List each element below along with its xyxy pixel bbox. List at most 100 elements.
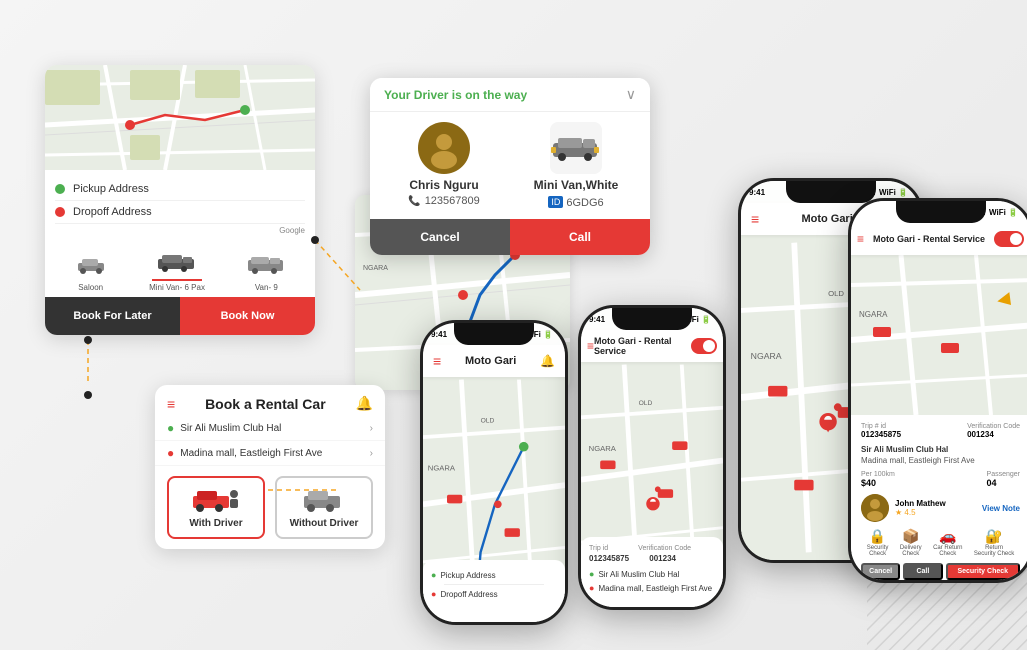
phone3-time: 9:41 — [749, 188, 765, 197]
phone4-trip-id-value: 012345875 — [861, 430, 901, 439]
van9-car-svg — [246, 254, 286, 274]
phone4-trip-id-block: Trip # id 012345875 — [861, 423, 901, 439]
without-driver-option[interactable]: Without Driver — [275, 476, 373, 539]
phone2-pickup-icon: ● — [589, 569, 594, 579]
phone3-title: Moto Gari — [801, 213, 852, 225]
phone1-pickup-row: ● Pickup Address — [431, 568, 557, 582]
rental-toggle[interactable] — [691, 338, 717, 354]
phone4-header: ≡ Moto Gari - Rental Service — [851, 223, 1027, 255]
phone3-hamburger-icon[interactable]: ≡ — [751, 211, 759, 227]
car-column: Mini Van,White ID 6GDG6 — [516, 122, 636, 209]
plate-row: ID 6GDG6 — [548, 194, 603, 209]
book-later-button[interactable]: Book For Later — [45, 297, 180, 335]
phone1-screen: 9:41 ▲▲▲ WiFi 🔋 ≡ Moto Gari 🔔 NGARA — [423, 323, 565, 622]
phone4-stats-row: Per 100km $40 Passenger 04 — [861, 471, 1020, 488]
phone2-trip-id: 012345875 — [589, 554, 629, 563]
phone1-hamburger-icon[interactable]: ≡ — [433, 353, 441, 369]
driver-info: Chris Nguru 📞 123567809 — [370, 112, 650, 219]
cancel-button[interactable]: Cancel — [370, 219, 510, 255]
phone1-divider — [444, 584, 545, 585]
car-option-saloon[interactable]: Saloon — [70, 254, 112, 292]
car-type: Mini Van,White — [534, 178, 619, 192]
svg-text:NGARA: NGARA — [859, 310, 888, 319]
rental-location2[interactable]: ● Madina mall, Eastleigh First Ave › — [155, 441, 385, 466]
toggle-knob — [703, 340, 715, 352]
phone3-notch — [786, 181, 876, 203]
driver-column: Chris Nguru 📞 123567809 — [384, 122, 504, 209]
phone2-hamburger-icon[interactable]: ≡ — [587, 339, 594, 353]
with-driver-option[interactable]: With Driver — [167, 476, 265, 539]
phone1-dropoff-row: ● Dropoff Address — [431, 587, 557, 601]
per-km-value: $40 — [861, 478, 895, 488]
saloon-label: Saloon — [78, 283, 103, 292]
phone4-cancel-button[interactable]: Cancel — [861, 563, 900, 580]
minivan6-car-svg — [156, 252, 198, 272]
hamburger-icon[interactable]: ≡ — [167, 396, 175, 412]
main-scene: Pickup Address Dropoff Address Google — [0, 0, 1027, 650]
phone-rental-service: 9:41 ▲▲ WiFi 🔋 ≡ Moto Gari - Rental Serv… — [578, 305, 726, 610]
rental-location1-label: Sir Ali Muslim Club Hal — [180, 423, 363, 434]
phone4-ids-row: Trip # id 012345875 Verification Code 00… — [861, 423, 1020, 439]
without-driver-label: Without Driver — [290, 518, 359, 529]
phone-icon: 📞 — [408, 196, 420, 207]
car-option-van9[interactable]: Van- 9 — [242, 252, 290, 292]
phone1-bottom-card: ● Pickup Address ● Dropoff Address — [423, 560, 565, 622]
phone4-driver-name: John Mathew — [895, 499, 976, 508]
minivan6-icon — [152, 250, 202, 281]
dropoff-pin-icon: ● — [167, 446, 174, 460]
car-return-icon: 🚗 Car ReturnCheck — [933, 528, 962, 557]
call-button[interactable]: Call — [510, 219, 650, 255]
passenger-label: Passenger — [987, 471, 1020, 478]
passenger-count: 04 — [987, 478, 1020, 488]
rental-location1[interactable]: ● Sir Ali Muslim Club Hal › — [155, 416, 385, 441]
phone4-km-block: Per 100km $40 — [861, 471, 895, 488]
dropoff-label: Dropoff Address — [73, 206, 305, 218]
phone4-security-button[interactable]: Security Check — [946, 563, 1021, 580]
phone4-hamburger-icon[interactable]: ≡ — [857, 232, 864, 246]
per-km-label: Per 100km — [861, 471, 895, 478]
rental-options: With Driver Without Driver — [155, 466, 385, 549]
svg-text:OLD: OLD — [639, 400, 653, 407]
delivery-check-icon: 📦 DeliveryCheck — [900, 528, 922, 557]
view-note-link[interactable]: View Note — [982, 504, 1020, 513]
card-rental: ≡ Book a Rental Car 🔔 ● Sir Ali Muslim C… — [155, 385, 385, 549]
phone4-action-buttons: Cancel Call Security Check — [861, 563, 1020, 580]
rental-title: Book a Rental Car — [205, 396, 326, 412]
phone2-location2: Madina mall, Eastleigh First Ave — [598, 584, 712, 593]
svg-text:OLD: OLD — [828, 289, 844, 298]
trip-id-label: Trip # id — [861, 423, 901, 430]
phone4-toggle[interactable] — [994, 231, 1024, 247]
phone2-pickup-row: ● Sir Ali Muslim Club Hal — [589, 567, 715, 581]
card-book-ride: Pickup Address Dropoff Address Google — [45, 65, 315, 335]
phone1-header: ≡ Moto Gari 🔔 — [423, 345, 565, 377]
dropoff-row[interactable]: Dropoff Address — [55, 201, 305, 224]
bell-icon[interactable]: 🔔 — [356, 395, 373, 412]
phone2-trip-values: 012345875 001234 — [589, 554, 715, 563]
driver-phone-number: 123567809 — [425, 195, 480, 207]
chevron-right-icon-2: › — [370, 448, 373, 459]
phone4-trip-card: Trip # id 012345875 Verification Code 00… — [851, 415, 1027, 580]
phone2-bottom-card: Trip id Verification Code 012345875 0012… — [581, 537, 723, 607]
phone4-verify-block: Verification Code 001234 — [967, 423, 1020, 439]
car-option-minivan6[interactable]: Mini Van- 6 Pax — [149, 250, 205, 292]
saloon-car-svg — [74, 256, 108, 274]
phone4-map-svg: NGARA — [851, 255, 1027, 415]
pickup-row[interactable]: Pickup Address — [55, 178, 305, 201]
driver-phone-row: 📞 123567809 — [408, 195, 480, 207]
driver-actions: Cancel Call — [370, 219, 650, 255]
phone4-call-button[interactable]: Call — [903, 563, 942, 580]
rental-location2-label: Madina mall, Eastleigh First Ave — [180, 448, 363, 459]
phone4-pass-block: Passenger 04 — [987, 471, 1020, 488]
map-thumbnail — [45, 65, 315, 170]
book-now-button[interactable]: Book Now — [180, 297, 315, 335]
phone4-driver-row: John Mathew ★ 4.5 View Note — [861, 494, 1020, 522]
phone4-toggle-knob — [1010, 233, 1022, 245]
phone2-location1: Sir Ali Muslim Club Hal — [598, 570, 679, 579]
phone1-bell-icon[interactable]: 🔔 — [540, 354, 555, 368]
verify-label: Verification Code — [967, 423, 1020, 430]
driver-status-text: Your Driver is on the way — [384, 88, 527, 102]
vehicle-plate: 6GDG6 — [566, 197, 603, 209]
driver-avatar-svg — [420, 124, 468, 172]
google-badge: Google — [55, 224, 305, 237]
saloon-icon — [70, 254, 112, 281]
